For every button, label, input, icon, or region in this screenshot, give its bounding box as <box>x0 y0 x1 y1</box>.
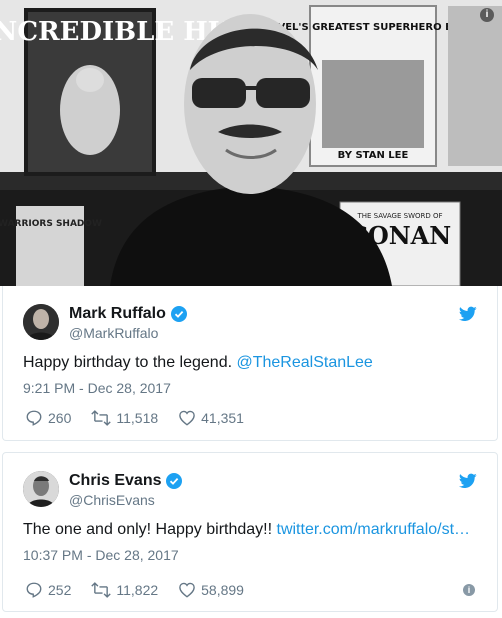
verified-badge-icon <box>170 306 187 322</box>
like-count: 58,899 <box>201 582 244 598</box>
heart-icon <box>179 410 195 426</box>
reply-count: 252 <box>48 582 72 598</box>
heart-icon <box>179 582 195 598</box>
like-button[interactable]: 41,351 <box>178 409 244 427</box>
tweet-card-1[interactable]: Mark Ruffalo @MarkRuffalo Happy birthday… <box>2 286 498 441</box>
reply-button[interactable]: 252 <box>25 581 71 599</box>
info-icon[interactable]: i <box>480 8 494 22</box>
comic-bottom-right-small: THE SAVAGE SWORD OF <box>356 212 442 220</box>
tweet-text: Happy birthday to the legend. @TheRealSt… <box>23 354 373 372</box>
tweet-timestamp[interactable]: 10:37 PM - Dec 28, 2017 <box>23 547 179 563</box>
reply-icon <box>26 410 42 426</box>
url-link[interactable]: twitter.com/markruffalo/st… <box>277 521 471 538</box>
like-count: 41,351 <box>201 410 244 426</box>
tweet-text: The one and only! Happy birthday!! twitt… <box>23 521 470 539</box>
tweet-text-body: The one and only! Happy birthday!! <box>23 521 273 538</box>
tweet-actions: 260 11,518 41,351 <box>25 409 264 427</box>
twitter-bird-icon[interactable] <box>459 306 477 322</box>
twitter-bird-icon[interactable] <box>459 473 477 489</box>
retweet-count: 11,822 <box>116 582 159 598</box>
tweet-text-body: Happy birthday to the legend. <box>23 354 233 371</box>
info-icon[interactable]: i <box>463 584 475 596</box>
tweet-media-photo[interactable]: THE INCREDIBLE HULK MARVEL'S GREATEST SU… <box>0 0 502 286</box>
avatar[interactable] <box>23 304 59 340</box>
retweet-button[interactable]: 11,518 <box>91 409 158 427</box>
retweet-icon <box>91 410 112 426</box>
like-button[interactable]: 58,899 <box>178 581 244 599</box>
retweet-count: 11,518 <box>116 410 159 426</box>
comic-right-byline: BY STAN LEE <box>338 150 409 161</box>
author-name[interactable]: Chris Evans <box>69 472 161 490</box>
photo-illustration: THE INCREDIBLE HULK MARVEL'S GREATEST SU… <box>0 0 502 286</box>
retweet-button[interactable]: 11,822 <box>91 581 158 599</box>
author-name[interactable]: Mark Ruffalo <box>69 305 166 323</box>
reply-button[interactable]: 260 <box>25 409 71 427</box>
tweet-timestamp[interactable]: 9:21 PM - Dec 28, 2017 <box>23 380 171 396</box>
avatar[interactable] <box>23 471 59 507</box>
comic-bottom-left: WARRIORS SHADOW <box>0 219 102 229</box>
tweet-card-2[interactable]: Chris Evans @ChrisEvans The one and only… <box>2 452 498 612</box>
verified-badge-icon <box>166 473 183 489</box>
mention-link[interactable]: @TheRealStanLee <box>236 354 372 371</box>
author-handle[interactable]: @ChrisEvans <box>69 492 155 508</box>
reply-icon <box>26 582 42 598</box>
reply-count: 260 <box>48 410 72 426</box>
retweet-icon <box>91 582 112 598</box>
tweet-actions: 252 11,822 58,899 <box>25 581 264 599</box>
author-handle[interactable]: @MarkRuffalo <box>69 325 158 341</box>
